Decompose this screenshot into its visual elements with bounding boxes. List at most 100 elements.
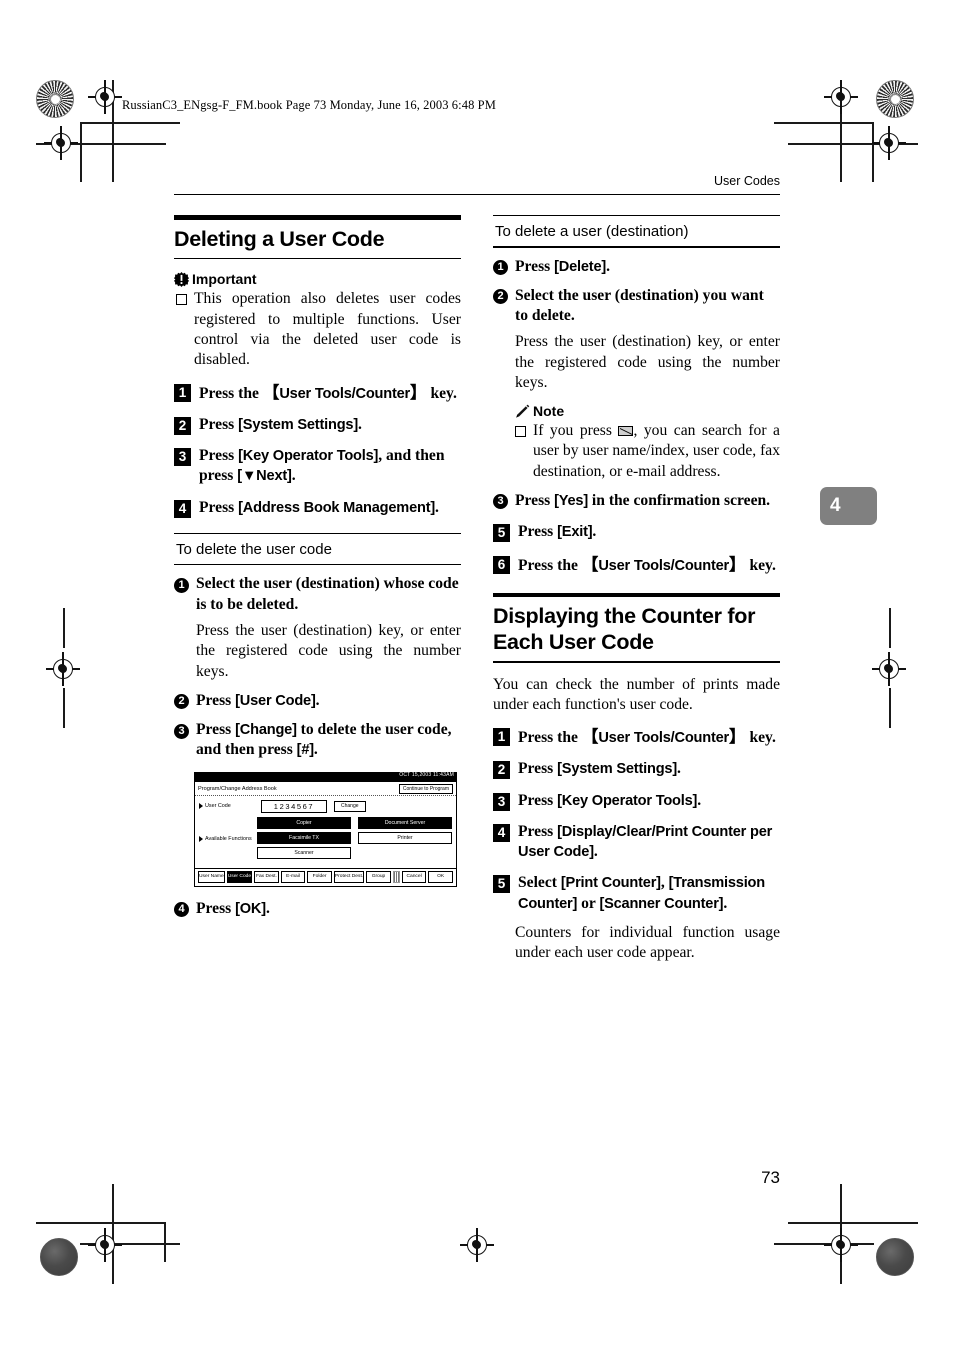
registration-mark-top-left-a <box>88 80 122 114</box>
note-block: Note If you press , you can search for a… <box>513 403 780 482</box>
trim-line <box>774 122 874 124</box>
substep-number: 2 <box>493 289 508 305</box>
trim-line <box>80 122 180 124</box>
important-admonition-header: Important <box>174 271 461 287</box>
registration-mark-top-right-b <box>872 126 906 160</box>
substep-post: . <box>265 899 270 917</box>
registration-mark-top-right-a <box>824 80 858 114</box>
step-post: . <box>677 760 681 778</box>
substep-text: Press [Delete]. <box>515 257 610 277</box>
step-post: . <box>697 791 702 809</box>
left-column: Deleting a User Code Important This oper… <box>174 215 461 919</box>
registration-mark-bottom-right <box>824 1228 858 1262</box>
subheading-rule-bottom <box>493 246 780 248</box>
heading-text: Deleting a User Code <box>174 226 385 251</box>
ui-button-label-print-counter: [Print Counter] <box>560 875 661 892</box>
step-text: Press [Exit]. <box>518 522 596 542</box>
ui-button-label-delete: [Delete] <box>554 258 607 275</box>
step-text: Press [System Settings]. <box>518 759 681 779</box>
note-bullet: If you press , you can search for a user… <box>515 421 780 482</box>
subheading-rule-bottom <box>174 564 461 566</box>
step-number: 2 <box>493 761 510 780</box>
substep-number: 1 <box>493 260 508 276</box>
substep-post: . <box>606 257 610 275</box>
substep-text: Press [OK]. <box>196 899 270 919</box>
lcd-tab-fax-dest[interactable]: Fax Dest. <box>254 870 279 883</box>
lcd-tab-bar: User Name User Code Fax Dest. E-mail Fol… <box>195 867 456 886</box>
lcd-user-code-label-wrap: User Code <box>199 803 261 810</box>
step-pre: Press <box>199 415 239 433</box>
trim-line <box>164 1222 166 1262</box>
step-2: 2 Press [System Settings]. <box>174 415 461 435</box>
counter-step-1: 1 Press the 【User Tools/Counter】 key. <box>493 726 780 748</box>
important-icon <box>174 271 189 287</box>
step-text: Press [Key Operator Tools]. <box>518 791 701 811</box>
subheading-text: To delete a user (destination) <box>495 223 689 241</box>
lcd-function-copier[interactable]: Copier <box>257 816 351 829</box>
step-number: 6 <box>493 555 510 574</box>
lcd-function-facsimile-tx[interactable]: Facsimile TX <box>257 831 351 844</box>
step-number: 4 <box>174 499 191 518</box>
counter-step-2: 2 Press [System Settings]. <box>493 759 780 780</box>
lcd-available-functions-label-wrap: Available Functions <box>199 836 257 843</box>
substep-number: 1 <box>174 577 189 593</box>
step-pre: Press <box>518 822 558 840</box>
ui-button-label: [User Code] <box>235 692 316 709</box>
lcd-title: Program/Change Address Book <box>198 785 277 792</box>
substep-pre: Press <box>515 257 555 275</box>
lcd-tab-user-name[interactable]: User Name <box>198 870 225 883</box>
lcd-function-printer[interactable]: Printer <box>358 831 452 844</box>
substep-2: 2 Press [User Code]. <box>174 691 461 711</box>
lcd-function-row: Facsimile TX Printer <box>257 831 452 844</box>
lcd-body: User Code 1234567 Change Available Funct… <box>195 796 456 868</box>
heading-rule-bottom <box>493 661 780 663</box>
step-number: 3 <box>174 448 191 467</box>
note-bullet-text: If you press , you can search for a user… <box>533 421 780 482</box>
step-text: Press the 【User Tools/Counter】 key. <box>518 726 776 748</box>
star-target-top-right <box>876 80 914 118</box>
chapter-tab: 4 <box>820 487 877 525</box>
substep-1: 1 Select the user (destination) whose co… <box>174 574 461 615</box>
ui-button-label-hash: [#] <box>296 742 314 759</box>
important-bullet: This operation also deletes user codes r… <box>176 289 461 370</box>
step-post: . <box>358 415 362 433</box>
step-post: . <box>723 894 728 912</box>
solid-target-bottom-right <box>876 1238 914 1276</box>
subsection-to-delete-a-user: To delete a user (destination) <box>493 215 780 248</box>
step-text: Select [Print Counter], [Transmission Co… <box>518 873 780 914</box>
lcd-tab-user-code[interactable]: User Code <box>226 870 253 883</box>
substep-2: 2 Select the user (destination) you want… <box>493 286 780 327</box>
registration-mark-bottom-center <box>460 1228 494 1262</box>
important-bullet-text: This operation also deletes user codes r… <box>194 290 461 369</box>
note-bullet-pre: If you press <box>533 422 619 440</box>
counter-step-3: 3 Press [Key Operator Tools]. <box>493 791 780 811</box>
hardware-key-label: User Tools/Counter <box>598 557 730 574</box>
substep-pre: Press <box>515 491 555 509</box>
lcd-tab-folder[interactable]: Folder <box>307 870 332 883</box>
lcd-continue-to-program-button[interactable]: Continue to Program <box>398 783 453 794</box>
intro-paragraph: You can check the number of prints made … <box>493 675 780 713</box>
hardware-key-label: User Tools/Counter <box>279 385 411 402</box>
trim-line <box>889 688 891 728</box>
step-number: 2 <box>174 416 191 435</box>
lcd-change-button[interactable]: Change <box>334 800 366 812</box>
substep-post: . <box>315 691 320 709</box>
subheading-text: To delete the user code <box>176 541 332 559</box>
step-pre: Press <box>518 760 558 778</box>
lcd-tab-protect-dest[interactable]: Protect Dest. <box>333 870 365 883</box>
lcd-function-grid: Copier Document Server Facsimile TX Prin… <box>257 816 452 862</box>
substep-1-body: Press the user (destination) key, or ent… <box>196 621 461 680</box>
step-5: 5 Press [Exit]. <box>493 522 780 543</box>
lcd-function-scanner[interactable]: Scanner <box>257 846 351 859</box>
lcd-title-row: Program/Change Address Book Continue to … <box>195 782 456 796</box>
lcd-tab-email[interactable]: E-mail <box>280 870 306 883</box>
step-pre: Press <box>518 791 558 809</box>
lcd-ok-button[interactable]: OK <box>428 870 453 883</box>
substep-1: 1 Press [Delete]. <box>493 257 780 277</box>
lcd-tab-group[interactable]: Group <box>366 870 391 883</box>
substep-mid: in the confirmation screen. <box>588 491 771 509</box>
lcd-cancel-button[interactable]: Cancel <box>401 870 427 883</box>
step-pre: Press <box>518 523 558 541</box>
lcd-function-document-server[interactable]: Document Server <box>358 816 452 829</box>
step-post: . <box>592 523 597 541</box>
